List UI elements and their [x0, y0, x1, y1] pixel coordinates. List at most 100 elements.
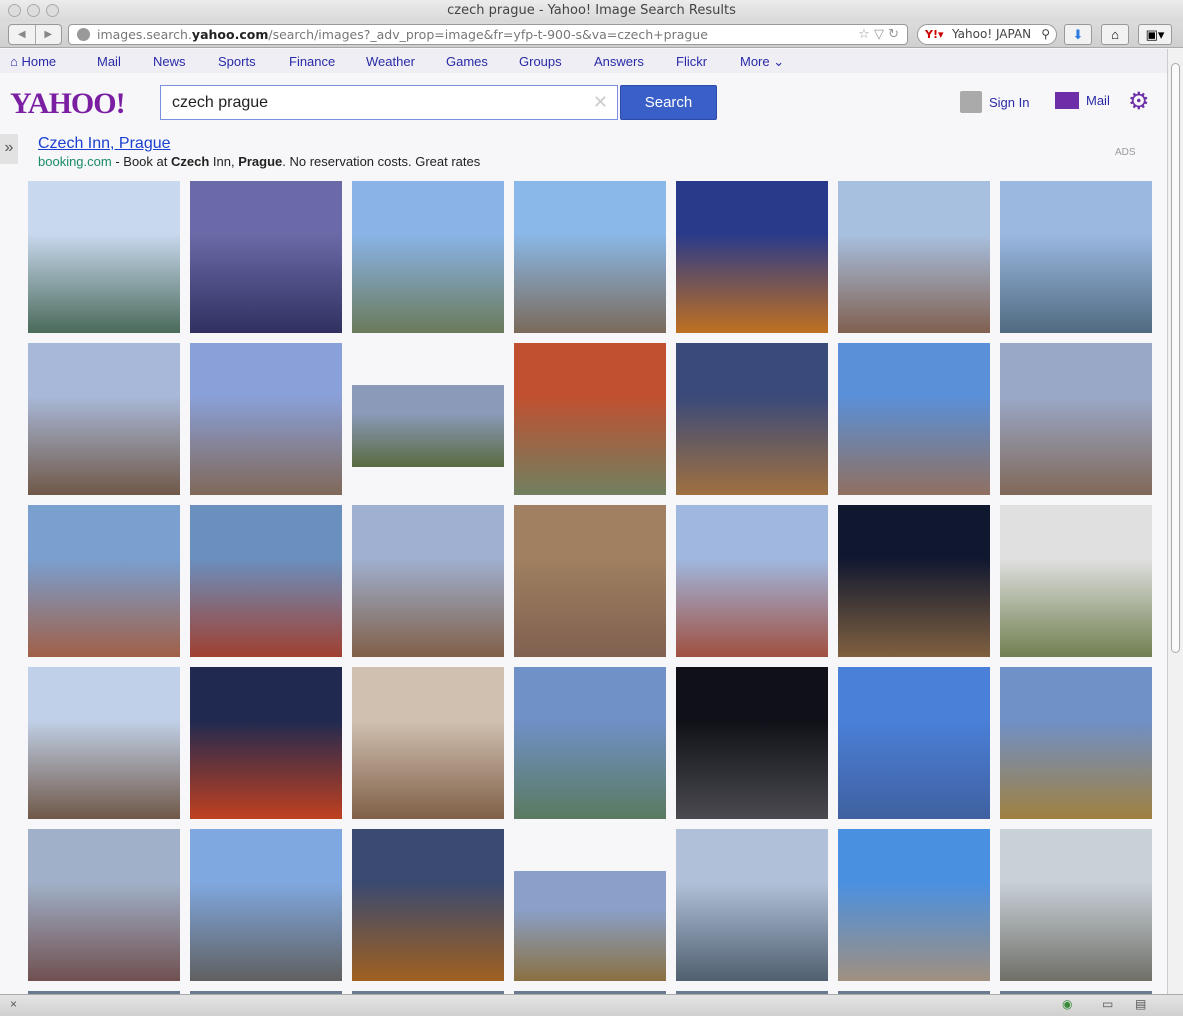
ad-source[interactable]: booking.com: [38, 154, 112, 169]
nav-home[interactable]: ⌂ Home: [10, 54, 56, 69]
image-result[interactable]: [1000, 505, 1152, 657]
image-result[interactable]: [352, 181, 504, 333]
mail-label: Mail: [1086, 93, 1110, 108]
image-result[interactable]: [838, 343, 990, 495]
window-title: czech prague - Yahoo! Image Search Resul…: [447, 3, 736, 18]
search-input[interactable]: czech prague ✕: [160, 85, 618, 120]
url-domain: yahoo.com: [191, 27, 269, 42]
image-result[interactable]: [514, 871, 666, 981]
nav-weather[interactable]: Weather: [366, 54, 415, 69]
address-bar[interactable]: images.search.yahoo.com/search/images?_a…: [68, 24, 908, 45]
zoom-window-button[interactable]: [46, 4, 59, 17]
status-bar: × ◉ ▭ ▤: [0, 994, 1183, 1016]
sign-in-label: Sign In: [989, 94, 1030, 110]
back-button[interactable]: ◀: [9, 25, 36, 44]
ad-text: Czech: [170, 154, 210, 169]
nav-flickr[interactable]: Flickr: [676, 54, 707, 69]
home-button[interactable]: ⌂: [1101, 24, 1129, 45]
search-engine-label: Yahoo! JAPAN: [952, 27, 1032, 41]
window-controls[interactable]: [8, 4, 59, 17]
image-result[interactable]: [1000, 181, 1152, 333]
bookmark-star-icon[interactable]: ☆: [858, 27, 870, 42]
image-result[interactable]: [190, 343, 342, 495]
minimize-window-button[interactable]: [27, 4, 40, 17]
browser-toolbar: ◀ ▶ images.search.yahoo.com/search/images…: [0, 22, 1183, 48]
yahoo-logo[interactable]: YAHOO!: [10, 87, 126, 121]
globe-icon: [77, 28, 90, 41]
image-result[interactable]: [676, 181, 828, 333]
image-results-grid: [28, 181, 1158, 994]
nav-news[interactable]: News: [153, 54, 186, 69]
image-result[interactable]: [676, 505, 828, 657]
sponsored-result: Czech Inn, Prague booking.com - Book at …: [38, 135, 480, 169]
nav-label: Home: [21, 54, 57, 69]
image-result[interactable]: [28, 829, 180, 981]
image-result[interactable]: [190, 667, 342, 819]
window-icon[interactable]: ▤: [1135, 997, 1146, 1011]
image-result[interactable]: [676, 343, 828, 495]
yahoo-japan-icon: Y!▾: [925, 28, 944, 41]
addon-icon[interactable]: ◉: [1062, 997, 1072, 1011]
sign-in-link[interactable]: Sign In: [960, 91, 1029, 113]
image-result[interactable]: [352, 829, 504, 981]
ads-label: ADS: [1115, 147, 1136, 158]
image-result[interactable]: [1000, 667, 1152, 819]
image-result[interactable]: [28, 343, 180, 495]
nav-games[interactable]: Games: [446, 54, 488, 69]
nav-more[interactable]: More ⌄: [740, 54, 784, 70]
reload-icon[interactable]: ↻: [888, 27, 899, 42]
image-result[interactable]: [352, 505, 504, 657]
dropdown-icon[interactable]: ▽: [874, 27, 884, 42]
clear-icon[interactable]: ✕: [593, 92, 608, 113]
nav-groups[interactable]: Groups: [519, 54, 562, 69]
vertical-scrollbar[interactable]: [1167, 49, 1183, 994]
image-result[interactable]: [514, 505, 666, 657]
image-result[interactable]: [352, 385, 504, 467]
mail-link[interactable]: Mail: [1055, 92, 1110, 109]
image-result[interactable]: [838, 505, 990, 657]
image-result[interactable]: [28, 505, 180, 657]
nav-finance[interactable]: Finance: [289, 54, 335, 69]
window-titlebar: czech prague - Yahoo! Image Search Resul…: [0, 0, 1183, 22]
image-result[interactable]: [28, 667, 180, 819]
scrollbar-thumb[interactable]: [1171, 63, 1180, 653]
user-icon: [960, 91, 982, 113]
mail-icon: [1055, 92, 1079, 109]
forward-button[interactable]: ▶: [36, 25, 62, 44]
ad-text: - Book at: [111, 154, 171, 169]
nav-sports[interactable]: Sports: [218, 54, 256, 69]
downloads-button[interactable]: ⬇: [1064, 24, 1092, 45]
image-result[interactable]: [838, 829, 990, 981]
close-window-button[interactable]: [8, 4, 21, 17]
search-engine-box[interactable]: Y!▾ Yahoo! JAPAN ⚲: [917, 24, 1057, 45]
ad-text: Prague: [238, 154, 283, 169]
image-result[interactable]: [190, 829, 342, 981]
image-result[interactable]: [190, 181, 342, 333]
image-result[interactable]: [1000, 343, 1152, 495]
image-result[interactable]: [1000, 829, 1152, 981]
home-icon: ⌂: [10, 54, 18, 69]
bookmarks-menu-button[interactable]: ▣▾: [1138, 24, 1172, 45]
image-result[interactable]: [838, 667, 990, 819]
nav-mail[interactable]: Mail: [97, 54, 121, 69]
image-result[interactable]: [514, 181, 666, 333]
image-result[interactable]: [190, 505, 342, 657]
image-result[interactable]: [676, 829, 828, 981]
image-result[interactable]: [352, 667, 504, 819]
image-result[interactable]: [838, 181, 990, 333]
yahoo-nav-bar: ⌂ Home Mail News Sports Finance Weather …: [0, 49, 1167, 73]
search-query: czech prague: [172, 94, 269, 111]
image-result[interactable]: [514, 343, 666, 495]
gear-icon[interactable]: ⚙: [1128, 87, 1150, 116]
close-addon-bar-icon[interactable]: ×: [10, 997, 17, 1011]
search-button[interactable]: Search: [620, 85, 717, 120]
url-path: /search/images?_adv_prop=image&fr=yfp-t-…: [268, 27, 708, 42]
image-result[interactable]: [28, 181, 180, 333]
image-result[interactable]: [676, 667, 828, 819]
image-result[interactable]: [514, 667, 666, 819]
side-panel-toggle[interactable]: »: [0, 134, 18, 164]
nav-answers[interactable]: Answers: [594, 54, 644, 69]
ad-title-link[interactable]: Czech Inn, Prague: [38, 135, 480, 153]
ad-text: Inn,: [209, 154, 239, 169]
screen-icon[interactable]: ▭: [1102, 997, 1113, 1011]
